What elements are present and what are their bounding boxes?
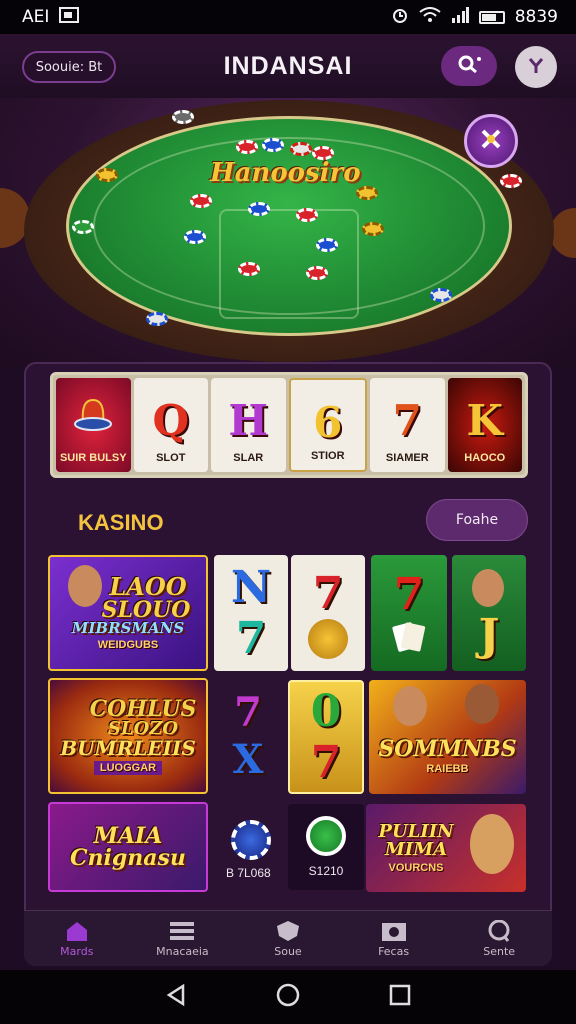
- nav-item-shield[interactable]: Soue: [235, 911, 341, 966]
- bottom-nav: Mards Mnacaeia Soue Fecas Sente: [24, 910, 552, 966]
- game-tile[interactable]: SOMMNBS RAIEBB: [369, 680, 526, 794]
- wifi-icon: [419, 6, 441, 28]
- bell-icon: [56, 394, 131, 438]
- shield-icon: [275, 920, 301, 942]
- table-felt: [66, 116, 512, 336]
- chat-icon: [486, 919, 512, 942]
- hero-title: Hanoosiro: [210, 158, 361, 188]
- character-face: [393, 686, 427, 726]
- signal-icon: [451, 6, 469, 28]
- chip-icon: [296, 208, 318, 222]
- character-face: [68, 565, 102, 607]
- game-tile[interactable]: S1210: [288, 804, 364, 890]
- character-face: [472, 569, 504, 607]
- menu-icon: [169, 920, 195, 942]
- home-icon: [64, 920, 90, 942]
- system-nav-bar: [0, 970, 576, 1024]
- nav-item-camera[interactable]: Fecas: [341, 911, 447, 966]
- search-icon: [456, 53, 482, 79]
- nav-item-home[interactable]: Mards: [24, 911, 130, 966]
- coin-icon: [308, 618, 348, 659]
- chip-icon: [500, 174, 522, 188]
- chip-icon: [231, 820, 271, 860]
- message-icon: [59, 6, 80, 28]
- person-icon: [525, 54, 547, 80]
- chip-icon: [306, 816, 346, 856]
- hero-banner[interactable]: Hanoosiro: [0, 98, 576, 368]
- cards-icon: [389, 620, 429, 658]
- reel[interactable]: SUIR BULSY: [56, 378, 131, 472]
- nav-item-menu[interactable]: Mnacaeia: [130, 911, 236, 966]
- chip-icon: [356, 186, 378, 200]
- tools-icon: [477, 125, 505, 157]
- slot-reels[interactable]: SUIR BULSY Q SLOT H SLAR 6 STIOR 7 SIAME…: [50, 372, 528, 478]
- home-circle-icon[interactable]: [275, 982, 301, 1012]
- clock-label: 8839: [514, 7, 558, 27]
- reel[interactable]: K HAOCO: [447, 378, 522, 472]
- chip-icon: [238, 262, 260, 276]
- game-tile[interactable]: N 7: [214, 555, 288, 671]
- game-tile[interactable]: COHLUS SLOZO BUMRLEIIS LUOGGAR: [48, 678, 208, 794]
- app-header: Soouie: Bt INDANSAI: [0, 34, 576, 98]
- search-button[interactable]: [441, 46, 497, 86]
- reel[interactable]: 7 SIAMER: [370, 378, 445, 472]
- character-face: [470, 814, 514, 874]
- game-tile[interactable]: 7 X: [214, 678, 282, 794]
- chip-icon: [236, 140, 258, 154]
- back-icon[interactable]: [164, 983, 188, 1011]
- reel[interactable]: Q SLOT: [133, 378, 208, 472]
- status-bar: AEI 8839: [0, 0, 576, 34]
- chip-icon: [190, 194, 212, 208]
- chip-icon: [306, 266, 328, 280]
- camera-icon: [381, 920, 407, 942]
- game-tile[interactable]: MAIA Cnignasu: [48, 802, 208, 892]
- game-label: B 7L068: [226, 866, 271, 880]
- game-tile[interactable]: 0 7: [288, 680, 364, 794]
- chip-icon: [72, 220, 94, 234]
- reel[interactable]: 6 STIOR: [288, 378, 367, 472]
- recents-icon[interactable]: [388, 983, 412, 1011]
- reel[interactable]: H SLAR: [211, 378, 286, 472]
- chip-icon: [262, 138, 284, 152]
- game-tile[interactable]: PULIIN MIMA VOURCNS: [366, 804, 526, 892]
- alarm-icon: [391, 6, 409, 29]
- nav-item-chat[interactable]: Sente: [446, 911, 552, 966]
- filter-button[interactable]: Foahe: [426, 499, 528, 541]
- game-tile[interactable]: [222, 808, 280, 872]
- promo-badge[interactable]: [464, 114, 518, 168]
- character-face: [465, 684, 499, 724]
- game-tile[interactable]: 7: [371, 555, 447, 671]
- chip-icon: [146, 312, 168, 326]
- game-tile[interactable]: 7: [291, 555, 365, 671]
- chip-icon: [316, 238, 338, 252]
- game-tile[interactable]: LAOO SLOUO MIBRSMANS WEIDGUBS: [48, 555, 208, 671]
- profile-button[interactable]: [515, 46, 557, 88]
- chip-icon: [430, 288, 452, 302]
- game-tile[interactable]: J: [452, 555, 526, 671]
- chip-icon: [172, 110, 194, 124]
- chip-icon: [96, 168, 118, 182]
- chip-icon: [184, 230, 206, 244]
- section-title: KASINO: [78, 510, 164, 535]
- chip-icon: [290, 142, 312, 156]
- battery-icon: [478, 10, 505, 24]
- chip-icon: [362, 222, 384, 236]
- carrier-label: AEI: [22, 7, 50, 27]
- chip-icon: [248, 202, 270, 216]
